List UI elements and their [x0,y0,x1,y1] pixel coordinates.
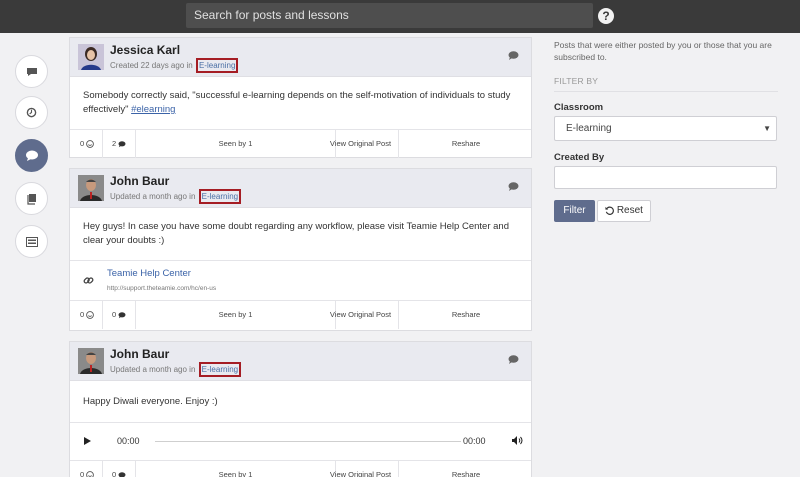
link-preview[interactable]: Teamie Help Center http://support.thetea… [70,261,531,301]
created-by-label: Created By [554,152,605,163]
comments-button[interactable]: 0 [103,461,136,477]
discussion-icon [25,150,38,161]
discussion-rail-button[interactable] [15,139,48,172]
reset-button[interactable]: Reset [597,200,651,222]
post-body: Happy Diwali everyone. Enjoy :) [70,381,531,423]
filter-button[interactable]: Filter [554,200,595,222]
audio-current-time: 00:00 [117,436,140,446]
post-actions: 0 2 Seen by 1 View Original Post Reshare [70,130,531,158]
classroom-select[interactable]: E-learning ▼ [554,116,777,141]
post-card: Jessica Karl Created 22 days ago in E-le… [69,37,532,158]
like-button[interactable]: 0 [70,461,103,477]
avatar[interactable] [78,44,104,70]
comment-icon [118,140,126,147]
comment-icon[interactable] [508,51,519,61]
audio-duration: 00:00 [463,436,486,446]
post-header: John Baur Updated a month ago in E-learn… [70,169,531,208]
classroom-link[interactable]: E-learning [198,189,242,204]
seen-by[interactable]: Seen by 1 [136,301,336,329]
reshare-button[interactable]: Reshare [399,461,533,477]
view-original-post-button[interactable]: View Original Post [323,301,399,329]
classroom-label: Classroom [554,102,604,113]
post-card: John Baur Updated a month ago in E-learn… [69,341,532,477]
play-icon[interactable] [84,437,91,445]
author-name[interactable]: John Baur [110,174,169,188]
created-by-input[interactable] [554,166,777,189]
dropdown-caret-icon: ▼ [763,124,771,133]
top-bar: ? [0,0,800,33]
classroom-link[interactable]: E-learning [198,362,242,377]
audio-player: 00:00 00:00 [70,423,531,461]
post-text: Happy Diwali everyone. Enjoy :) [83,396,218,407]
comments-button[interactable]: 0 [103,301,136,329]
view-original-post-button[interactable]: View Original Post [323,130,399,158]
post-text: Hey guys! In case you have some doubt re… [83,221,509,246]
post-body: Somebody correctly said, "successful e-l… [70,77,531,130]
post-header: John Baur Updated a month ago in E-learn… [70,342,531,381]
post-time: Updated a month ago in [110,192,196,201]
comments-button[interactable]: 2 [103,130,136,158]
filter-description: Posts that were either posted by you or … [554,40,772,62]
search-input[interactable] [186,3,593,28]
like-button[interactable]: 0 [70,301,103,329]
post-card: John Baur Updated a month ago in E-learn… [69,168,532,331]
post-time: Updated a month ago in [110,365,196,374]
view-original-post-button[interactable]: View Original Post [323,461,399,477]
link-url: http://support.theteamie.com/hc/en-us [107,285,217,292]
author-name[interactable]: John Baur [110,347,169,361]
lessons-rail-button[interactable] [15,182,48,215]
comment-icon[interactable] [508,182,519,192]
post-actions: 0 0 Seen by 1 View Original Post Reshare [70,301,531,329]
hashtag-link[interactable]: #elearning [131,104,175,115]
comment-icon[interactable] [508,355,519,365]
smiley-icon [86,311,95,319]
list-rail-button[interactable] [15,225,48,258]
reset-icon [605,206,614,215]
audio-progress-bar[interactable] [155,441,461,442]
smiley-icon [86,471,95,477]
link-icon [83,277,94,284]
reshare-button[interactable]: Reshare [399,301,533,329]
clock-icon [26,107,37,118]
post-body: Hey guys! In case you have some doubt re… [70,208,531,261]
recent-rail-button[interactable] [15,96,48,129]
messages-rail-button[interactable] [15,55,48,88]
post-meta: Updated a month ago in E-learning [110,189,242,204]
seen-by[interactable]: Seen by 1 [136,130,336,158]
volume-icon[interactable] [512,436,523,445]
messages-icon [26,67,37,76]
help-icon[interactable]: ? [598,8,614,24]
reshare-button[interactable]: Reshare [399,130,533,158]
divider [554,91,778,92]
comment-icon [118,471,126,477]
post-meta: Created 22 days ago in E-learning [110,58,239,73]
seen-by[interactable]: Seen by 1 [136,461,336,477]
link-title[interactable]: Teamie Help Center [107,268,191,279]
book-icon [26,193,36,205]
smiley-icon [86,140,95,148]
list-icon [25,236,38,247]
post-time: Created 22 days ago in [110,61,193,70]
classroom-link[interactable]: E-learning [195,58,239,73]
post-meta: Updated a month ago in E-learning [110,362,242,377]
post-actions: 0 0 Seen by 1 View Original Post Reshare [70,461,531,477]
post-header: Jessica Karl Created 22 days ago in E-le… [70,38,531,77]
filter-by-heading: FILTER BY [554,76,599,86]
avatar[interactable] [78,348,104,374]
comment-icon [118,311,126,318]
author-name[interactable]: Jessica Karl [110,43,180,57]
like-button[interactable]: 0 [70,130,103,158]
avatar[interactable] [78,175,104,201]
